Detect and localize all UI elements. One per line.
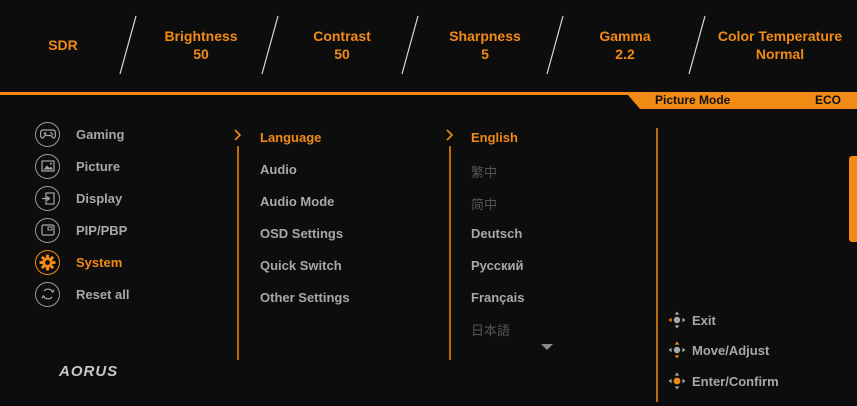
joystick-left-icon xyxy=(668,311,686,329)
language-option-traditional-chinese[interactable]: 繁中 xyxy=(471,162,497,181)
hint-enter-confirm-label: Enter/Confirm xyxy=(692,373,779,389)
submenu-divider xyxy=(237,146,239,360)
picture-mode-label: Picture Mode xyxy=(655,93,731,107)
contrast-value: 50 xyxy=(334,46,350,62)
color-temperature-label: Color Temperature xyxy=(717,28,843,44)
joystick-updown-icon xyxy=(668,341,686,359)
picture-mode-tab: Picture Mode ECO xyxy=(628,92,857,109)
joystick-press-icon xyxy=(668,372,686,390)
language-divider xyxy=(449,146,451,360)
language-option-japanese[interactable]: 日本語 xyxy=(471,320,510,339)
gear-icon xyxy=(35,249,60,275)
hdr-mode: SDR xyxy=(48,36,78,54)
gamma-value: 2.2 xyxy=(615,46,635,62)
picture-mode-value: ECO xyxy=(814,93,841,107)
status-bar: SDR Brightness 50 Contrast 50 Sharpness … xyxy=(0,0,857,88)
menu-item-pip-pbp[interactable]: PIP/PBP xyxy=(35,217,127,243)
contrast-label: Contrast xyxy=(313,28,371,44)
divider-slash xyxy=(545,14,565,76)
hint-enter-confirm: Enter/Confirm xyxy=(667,371,779,391)
selected-caret-icon xyxy=(446,129,454,141)
menu-item-label: Display xyxy=(76,190,123,206)
logo-text: AORUS xyxy=(59,363,119,380)
divider-slash xyxy=(260,14,280,76)
divider-slash xyxy=(118,14,138,76)
selected-caret-icon xyxy=(234,129,242,141)
language-option-francais[interactable]: Français xyxy=(471,290,524,305)
gamma-status: Gamma 2.2 xyxy=(585,27,665,63)
menu-item-picture[interactable]: Picture xyxy=(35,153,120,179)
hint-divider xyxy=(656,128,658,402)
submenu-item-audio[interactable]: Audio xyxy=(260,162,297,177)
gamepad-icon xyxy=(35,121,60,147)
brightness-label: Brightness xyxy=(164,28,238,44)
reset-icon xyxy=(35,281,60,307)
language-option-russian[interactable]: Русский xyxy=(471,258,524,273)
submenu-item-language[interactable]: Language xyxy=(260,130,321,145)
submenu-item-osd-settings[interactable]: OSD Settings xyxy=(260,226,343,241)
brightness-status: Brightness 50 xyxy=(150,27,252,63)
hint-exit: Exit xyxy=(667,310,716,330)
pip-icon xyxy=(35,217,60,243)
language-option-deutsch[interactable]: Deutsch xyxy=(471,226,522,241)
submenu-item-quick-switch[interactable]: Quick Switch xyxy=(260,258,342,273)
sharpness-value: 5 xyxy=(481,46,489,62)
divider-slash xyxy=(687,14,707,76)
hint-move-adjust: Move/Adjust xyxy=(667,340,769,360)
sharpness-label: Sharpness xyxy=(449,28,521,44)
menu-item-label: Picture xyxy=(76,158,121,174)
submenu-item-audio-mode[interactable]: Audio Mode xyxy=(260,194,334,209)
brightness-value: 50 xyxy=(193,46,209,62)
picture-icon xyxy=(35,153,60,179)
aorus-logo: AORUS xyxy=(59,363,118,380)
display-input-icon xyxy=(35,185,60,211)
divider-slash xyxy=(400,14,420,76)
hint-move-adjust-label: Move/Adjust xyxy=(692,342,770,358)
menu-item-label: PIP/PBP xyxy=(76,222,128,238)
menu-item-display[interactable]: Display xyxy=(35,185,122,211)
color-temperature-status: Color Temperature Normal xyxy=(705,27,855,63)
hint-exit-label: Exit xyxy=(692,312,716,328)
menu-item-label: System xyxy=(76,254,123,270)
language-option-simplified-chinese[interactable]: 简中 xyxy=(471,194,497,213)
menu-item-label: Gaming xyxy=(76,126,125,142)
contrast-status: Contrast 50 xyxy=(295,27,389,63)
color-temperature-value: Normal xyxy=(755,46,805,62)
scroll-down-arrow-icon[interactable] xyxy=(541,344,553,350)
sharpness-status: Sharpness 5 xyxy=(437,27,533,63)
menu-item-system[interactable]: System xyxy=(35,249,122,275)
menu-item-reset-all[interactable]: Reset all xyxy=(35,281,129,307)
language-option-english[interactable]: English xyxy=(471,130,518,145)
menu-item-label: Reset all xyxy=(76,286,130,302)
side-scroll-tab xyxy=(849,156,857,242)
submenu-item-other-settings[interactable]: Other Settings xyxy=(260,290,350,305)
menu-item-gaming[interactable]: Gaming xyxy=(35,121,124,147)
gamma-label: Gamma xyxy=(599,28,651,44)
hdr-mode-label: SDR xyxy=(48,37,78,53)
